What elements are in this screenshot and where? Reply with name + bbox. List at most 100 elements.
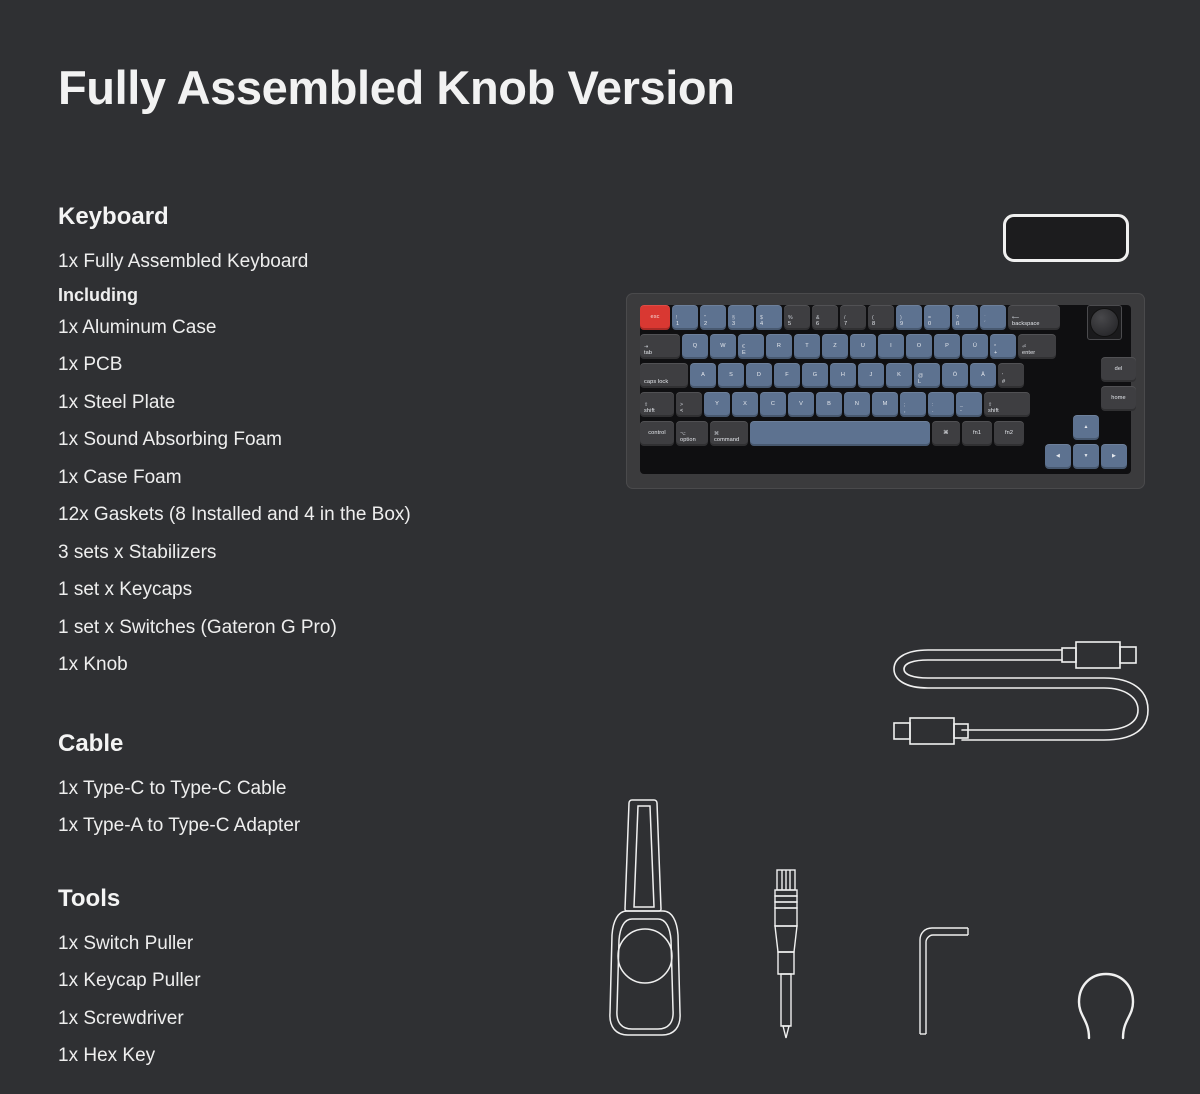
key-v[interactable]: V bbox=[788, 392, 814, 417]
subheading-including: Including bbox=[58, 284, 138, 305]
key-legend-main: fn2 bbox=[1004, 430, 1014, 436]
key-legend-top: ? bbox=[956, 315, 959, 321]
key-spacebar[interactable]: Ü bbox=[962, 334, 988, 359]
key-shift[interactable]: ⇧ shift bbox=[640, 392, 674, 417]
key-home[interactable]: home bbox=[1101, 386, 1136, 411]
key-7[interactable]: /7 bbox=[840, 305, 866, 330]
key-legend-main: K bbox=[897, 372, 901, 378]
list-item: 1 set x Keycaps bbox=[58, 579, 193, 600]
key-fn1[interactable]: fn1 bbox=[962, 421, 992, 446]
key-spacebar[interactable] bbox=[750, 421, 930, 446]
key-legend-top: / bbox=[844, 315, 846, 321]
key-m[interactable]: M bbox=[872, 392, 898, 417]
key-legend-main: X bbox=[743, 401, 747, 407]
arrow-right[interactable]: ▶ bbox=[1101, 444, 1127, 469]
key-spacebar[interactable]: * + bbox=[990, 334, 1016, 359]
key-spacebar[interactable]: ⌘ bbox=[932, 421, 960, 446]
key-q[interactable]: Q bbox=[682, 334, 708, 359]
key-spacebar[interactable]: > < bbox=[676, 392, 702, 417]
key-0[interactable]: = 0 bbox=[924, 305, 950, 330]
key-legend-top: ; bbox=[904, 402, 906, 408]
key-8[interactable]: (8 bbox=[868, 305, 894, 330]
key-backspace[interactable]: ⟵ backspace bbox=[1008, 305, 1060, 330]
key-legend-top: = bbox=[928, 315, 932, 321]
key-c[interactable]: C bbox=[760, 392, 786, 417]
key-w[interactable]: W bbox=[710, 334, 736, 359]
key-legend-main: C bbox=[770, 401, 776, 407]
key-shift[interactable]: ⇧ shift bbox=[984, 392, 1030, 417]
key-esc[interactable]: esc bbox=[640, 305, 670, 330]
key-n[interactable]: N bbox=[844, 392, 870, 417]
key-fn2[interactable]: fn2 bbox=[994, 421, 1024, 446]
key-i[interactable]: I bbox=[878, 334, 904, 359]
list-item: 1x Type-A to Type-C Adapter bbox=[58, 815, 301, 836]
key-legend-top: : bbox=[932, 402, 934, 408]
key-z[interactable]: Z bbox=[822, 334, 848, 359]
key-j[interactable]: J bbox=[858, 363, 884, 388]
key-o[interactable]: O bbox=[906, 334, 932, 359]
key-k[interactable]: K bbox=[886, 363, 912, 388]
key-legend-main: D bbox=[756, 372, 762, 378]
key-6[interactable]: & 6 bbox=[812, 305, 838, 330]
key-option[interactable]: ⌥ option bbox=[676, 421, 708, 446]
rotary-knob[interactable] bbox=[1091, 309, 1118, 336]
key-legend-main: 4 bbox=[760, 321, 764, 327]
arrow-left[interactable]: ◀ bbox=[1045, 444, 1071, 469]
key-g[interactable]: G bbox=[802, 363, 828, 388]
key-d[interactable]: D bbox=[746, 363, 772, 388]
key-legend-top: " bbox=[704, 315, 706, 321]
key-h[interactable]: H bbox=[830, 363, 856, 388]
key-legend-top: > bbox=[680, 402, 684, 408]
key-3[interactable]: § 3 bbox=[728, 305, 754, 330]
list-item: 1x Hex Key bbox=[58, 1045, 156, 1066]
key-legend-main: W bbox=[720, 343, 726, 349]
key-l[interactable]: @ L bbox=[914, 363, 940, 388]
key-spacebar[interactable]: :. bbox=[928, 392, 954, 417]
key-r[interactable]: R bbox=[766, 334, 792, 359]
key-legend-top: § bbox=[732, 315, 735, 321]
key-legend-main: 1 bbox=[676, 321, 680, 327]
key-u[interactable]: U bbox=[850, 334, 876, 359]
key-spacebar[interactable]: Ö bbox=[942, 363, 968, 388]
key-del[interactable]: del bbox=[1101, 357, 1136, 382]
key-enter[interactable]: ⏎ enter bbox=[1018, 334, 1056, 359]
key-spacebar[interactable]: ' # bbox=[998, 363, 1024, 388]
key-legend-main: shift bbox=[988, 408, 999, 414]
arrow-down[interactable]: ▼ bbox=[1073, 444, 1099, 469]
key-p[interactable]: P bbox=[934, 334, 960, 359]
key-5[interactable]: % 5 bbox=[784, 305, 810, 330]
key-x[interactable]: X bbox=[732, 392, 758, 417]
key-legend-main: 9 bbox=[900, 321, 904, 327]
key-a[interactable]: A bbox=[690, 363, 716, 388]
keycap-puller-illustration bbox=[1070, 968, 1142, 1040]
arrow-up[interactable]: ▲ bbox=[1073, 415, 1099, 440]
key-legend-top: ( bbox=[872, 315, 874, 321]
key-4[interactable]: $4 bbox=[756, 305, 782, 330]
key-tab[interactable]: ⇥ tab bbox=[640, 334, 680, 359]
key-command[interactable]: ⌘ command bbox=[710, 421, 748, 446]
key-e[interactable]: € E bbox=[738, 334, 764, 359]
key-spacebar[interactable]: ;, bbox=[900, 392, 926, 417]
key-9[interactable]: ) 9 bbox=[896, 305, 922, 330]
key-legend-main: tab bbox=[644, 350, 653, 356]
key-control[interactable]: control bbox=[640, 421, 674, 446]
key-legend-main: G bbox=[812, 372, 818, 378]
key-spacebar[interactable]: Ä bbox=[970, 363, 996, 388]
key-spacebar[interactable]: _ - bbox=[956, 392, 982, 417]
key-legend-main: J bbox=[869, 372, 873, 378]
key-b[interactable]: B bbox=[816, 392, 842, 417]
key-spacebar[interactable]: ` ´ bbox=[980, 305, 1006, 330]
key-t[interactable]: T bbox=[794, 334, 820, 359]
key-1[interactable]: ! 1 bbox=[672, 305, 698, 330]
key-f[interactable]: F bbox=[774, 363, 800, 388]
list-item: 1x Screwdriver bbox=[58, 1007, 184, 1029]
key-2[interactable]: " 2 bbox=[700, 305, 726, 330]
key-s[interactable]: S bbox=[718, 363, 744, 388]
key-legend-main: fn1 bbox=[972, 430, 982, 436]
key-legend-main: S bbox=[729, 372, 733, 378]
key-legend-main: V bbox=[799, 401, 803, 407]
key-caps-lock[interactable]: caps lock bbox=[640, 363, 688, 388]
key-spacebar[interactable]: ? ß bbox=[952, 305, 978, 330]
key-y[interactable]: Y bbox=[704, 392, 730, 417]
